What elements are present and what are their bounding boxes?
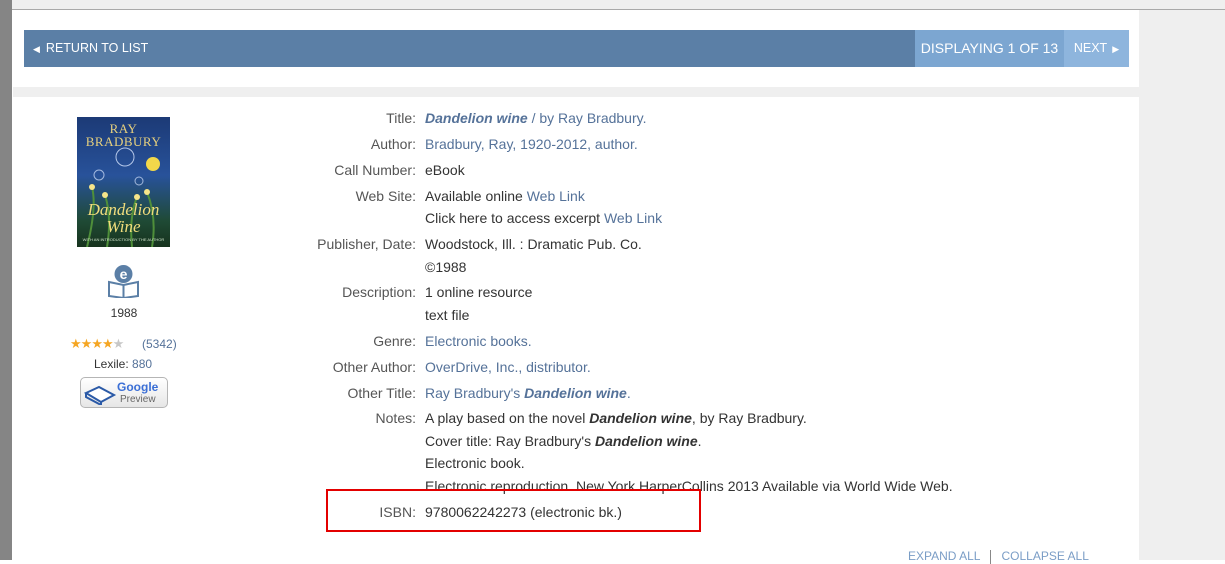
notes-line-2: Cover title: Ray Bradbury's Dandelion wi… (425, 433, 702, 449)
star-icon: ★ (112, 336, 125, 351)
next-button[interactable]: NEXT ▶ (1064, 30, 1129, 67)
description-label: Description: (342, 284, 416, 300)
title-rest[interactable]: / by Ray Bradbury. (528, 110, 647, 126)
caret-right-icon: ▶ (1112, 44, 1120, 54)
title-value: Dandelion wine / by Ray Bradbury. (425, 110, 646, 126)
web-site-text-2: Click here to access excerpt (425, 210, 604, 226)
left-edge (0, 0, 12, 560)
web-site-line-2: Click here to access excerpt Web Link (425, 210, 662, 226)
other-author-link[interactable]: OverDrive, Inc., distributor. (425, 359, 591, 375)
notes-line-3: Electronic book. (425, 455, 525, 471)
expand-collapse-controls: EXPAND ALL COLLAPSE ALL (908, 549, 1089, 564)
svg-text:e: e (120, 266, 128, 282)
publisher-line-2: ©1988 (425, 259, 467, 275)
return-label: RETURN TO LIST (45, 41, 149, 55)
ebook-icon: e (108, 265, 139, 298)
cover-title: Dandelion Wine (87, 200, 160, 236)
author-label: Author: (370, 136, 416, 152)
genre-link[interactable]: Electronic books. (425, 333, 532, 349)
caret-left-icon: ◀ (33, 44, 40, 54)
expand-all-link[interactable]: EXPAND ALL (908, 549, 980, 563)
lexile-value[interactable]: 880 (132, 357, 152, 371)
description-line-1: 1 online resource (425, 284, 533, 300)
star-icon: ★ (91, 336, 103, 351)
lexile: Lexile: 880 (94, 357, 152, 371)
notes-1-em: Dandelion wine (589, 410, 692, 426)
web-link-2[interactable]: Web Link (604, 210, 662, 226)
star-icon: ★ (80, 336, 93, 351)
title-label: Title: (386, 110, 416, 126)
web-site-line-1: Available online Web Link (425, 188, 585, 204)
cover-subtitle: WITH AN INTRODUCTION BY THE AUTHOR (82, 237, 165, 242)
publisher-line-1: Woodstock, Ill. : Dramatic Pub. Co. (425, 236, 642, 252)
publisher-label: Publisher, Date: (317, 236, 416, 252)
star-icon: ★ (101, 336, 114, 351)
other-title-label: Other Title: (347, 385, 416, 401)
next-label: NEXT (1073, 41, 1108, 55)
display-count: DISPLAYING 1 OF 13 (915, 30, 1064, 67)
star-icon: ★ (70, 336, 82, 351)
notes-1-pre: A play based on the novel (425, 410, 590, 426)
lexile-label: Lexile: (94, 357, 129, 371)
other-title-prefix: Ray Bradbury's (425, 385, 525, 401)
call-number-value: eBook (425, 162, 465, 178)
google-preview-button[interactable]: Google Preview (80, 377, 168, 408)
book-cover[interactable]: RAY BRADBURY Dandelion Wine WITH AN INTR… (77, 117, 170, 247)
book-icon (83, 385, 117, 405)
description-line-2: text file (425, 307, 470, 323)
preview-label: Preview (120, 394, 156, 405)
review-count[interactable]: (5342) (142, 337, 177, 351)
notes-2-em: Dandelion wine (594, 433, 698, 449)
notes-1-post: , by Ray Bradbury. (691, 410, 807, 426)
web-link-1[interactable]: Web Link (527, 188, 585, 204)
web-site-label: Web Site: (355, 188, 416, 204)
notes-line-1: A play based on the novel Dandelion wine… (425, 410, 807, 426)
web-site-text-1: Available online (425, 188, 527, 204)
other-author-label: Other Author: (332, 359, 416, 375)
star-rating[interactable]: ★★★★★ (70, 336, 125, 352)
other-title-em: Dandelion wine (524, 385, 627, 401)
separator (990, 549, 992, 564)
record-nav-bar: ◀ RETURN TO LIST DISPLAYING 1 OF 13 NEXT ▶ (24, 30, 1129, 67)
author-link[interactable]: Bradbury, Ray, 1920-2012, author. (425, 136, 638, 152)
other-title-link[interactable]: Ray Bradbury's Dandelion wine. (425, 385, 631, 401)
title-link[interactable]: Dandelion wine (425, 110, 528, 126)
genre-label: Genre: (373, 333, 416, 349)
preview-brand: Google (117, 380, 159, 394)
top-bar (0, 0, 1225, 10)
return-to-list-link[interactable]: ◀ RETURN TO LIST (33, 41, 148, 55)
call-number-label: Call Number: (334, 162, 416, 178)
isbn-highlight (326, 489, 701, 532)
notes-2-post: . (697, 433, 702, 449)
publication-year: 1988 (110, 306, 138, 320)
notes-2-pre: Cover title: Ray Bradbury's (425, 433, 595, 449)
panel-separator (13, 87, 1139, 97)
notes-label: Notes: (375, 410, 416, 426)
other-title-suffix: . (626, 385, 631, 401)
collapse-all-link[interactable]: COLLAPSE ALL (1001, 549, 1088, 563)
right-gutter (1139, 10, 1225, 560)
